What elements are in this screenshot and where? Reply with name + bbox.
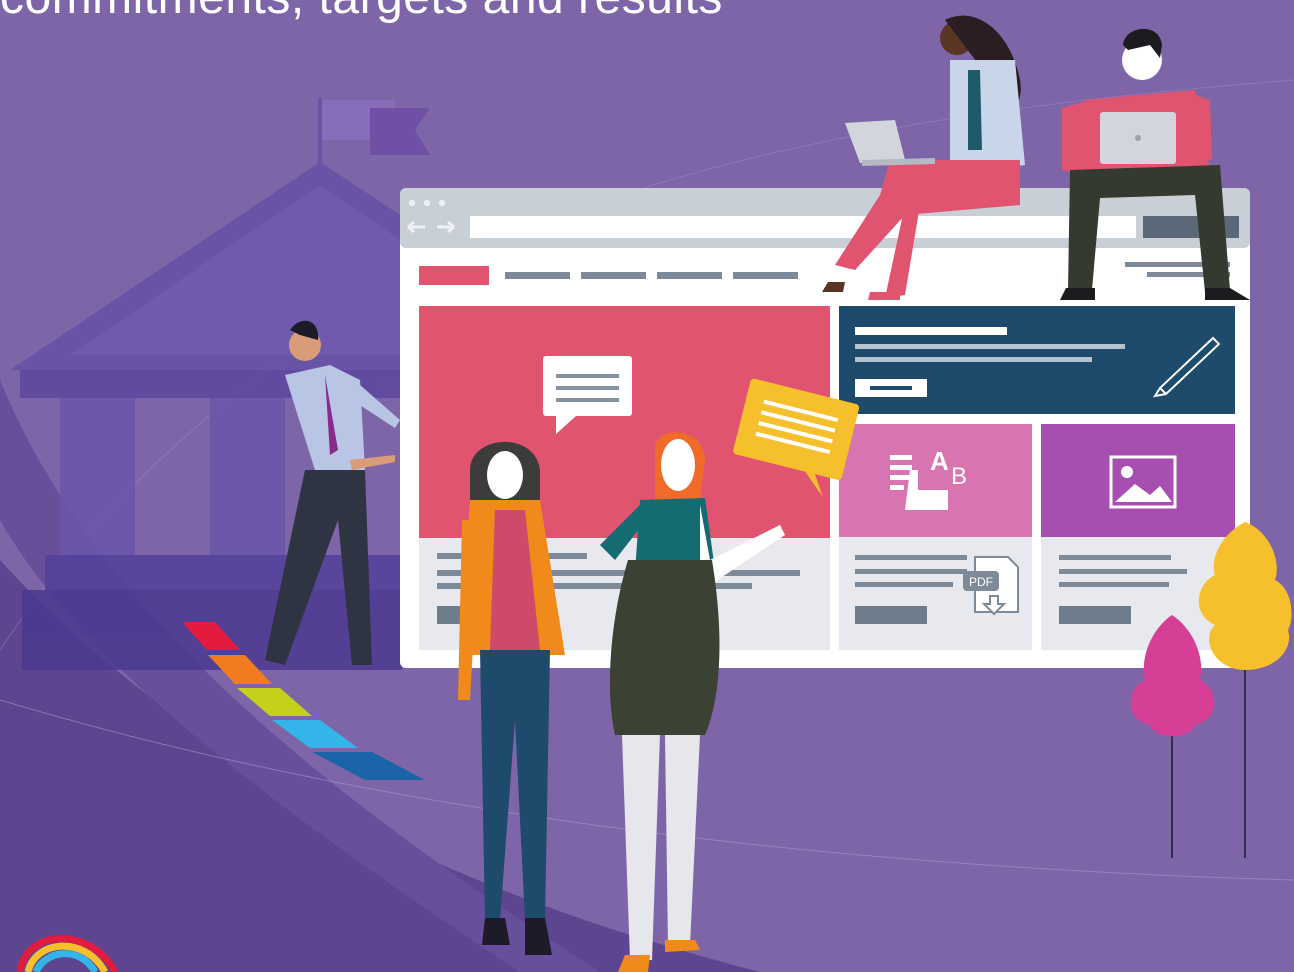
text-line: [855, 569, 967, 574]
image-card[interactable]: [1041, 424, 1235, 537]
text-line: [1059, 569, 1187, 574]
svg-text:A: A: [930, 446, 949, 476]
text-line: [855, 582, 953, 587]
window-dot: [408, 199, 416, 207]
translate-card[interactable]: [839, 424, 1032, 537]
window-dot: [438, 199, 446, 207]
pdf-label: PDF: [969, 575, 993, 589]
button-line: [870, 386, 912, 390]
nav-logo[interactable]: [419, 266, 489, 285]
nav-item[interactable]: [581, 272, 646, 279]
text-line: [855, 555, 967, 560]
card-button[interactable]: [855, 606, 927, 624]
illustration-scene: A B PDF: [0, 15, 1294, 972]
nav-item[interactable]: [657, 272, 722, 279]
card-button[interactable]: [1059, 606, 1131, 624]
text-line: [1059, 555, 1171, 560]
text-line: [855, 344, 1125, 349]
window-dot: [423, 199, 431, 207]
text-line: [855, 357, 1092, 362]
nav-item[interactable]: [733, 272, 798, 279]
svg-text:B: B: [951, 463, 967, 490]
address-bar[interactable]: [470, 216, 1136, 238]
text-line: [1059, 582, 1169, 587]
text-line: [855, 327, 1007, 335]
nav-item[interactable]: [505, 272, 570, 279]
